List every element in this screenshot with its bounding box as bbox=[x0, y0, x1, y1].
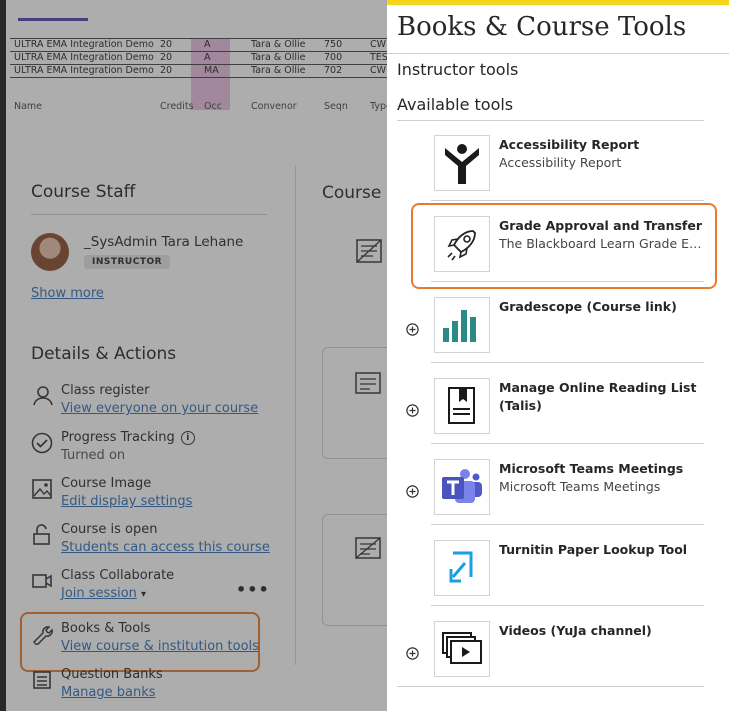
add-circle-icon[interactable] bbox=[406, 323, 419, 336]
tool-reading-list[interactable]: Manage Online Reading List (Talis) bbox=[387, 363, 729, 444]
gradescope-icon bbox=[434, 297, 490, 353]
tool-name: Accessibility Report bbox=[499, 137, 640, 152]
tool-description: Microsoft Teams Meetings bbox=[499, 479, 661, 494]
panel-accent-bar bbox=[387, 0, 729, 5]
callout-highlight bbox=[411, 203, 717, 289]
tool-gradescope[interactable]: Gradescope (Course link) bbox=[387, 282, 729, 363]
reading-list-icon bbox=[434, 378, 490, 434]
modal-overlay[interactable] bbox=[0, 0, 387, 711]
divider bbox=[397, 686, 704, 687]
tool-turnitin[interactable]: Turnitin Paper Lookup Tool bbox=[387, 525, 729, 606]
add-circle-icon[interactable] bbox=[406, 404, 419, 417]
video-icon bbox=[434, 621, 490, 677]
tool-name: Microsoft Teams Meetings bbox=[499, 461, 684, 476]
tool-description: Accessibility Report bbox=[499, 155, 622, 170]
tool-accessibility-report[interactable]: Accessibility Report Accessibility Repor… bbox=[387, 120, 729, 201]
add-circle-icon[interactable] bbox=[406, 647, 419, 660]
turnitin-icon bbox=[434, 540, 490, 596]
tool-yuja-videos[interactable]: Videos (YuJa channel) bbox=[387, 606, 729, 687]
tool-name: Manage Online Reading List (Talis) bbox=[499, 380, 697, 413]
tool-name: Videos (YuJa channel) bbox=[499, 623, 652, 638]
divider bbox=[387, 53, 729, 54]
course-page: ULTRA EMA Integration Demo 20 A Tara & O… bbox=[0, 0, 387, 711]
tool-name: Turnitin Paper Lookup Tool bbox=[499, 542, 688, 557]
tool-name: Gradescope (Course link) bbox=[499, 299, 677, 314]
instructor-tools-heading: Instructor tools bbox=[397, 60, 519, 79]
panel-title: Books & Course Tools bbox=[397, 12, 687, 42]
available-tools-heading: Available tools bbox=[397, 95, 514, 114]
tool-teams-meetings[interactable]: Microsoft Teams Meetings Microsoft Teams… bbox=[387, 444, 729, 525]
accessibility-icon bbox=[434, 135, 490, 191]
add-circle-icon[interactable] bbox=[406, 485, 419, 498]
teams-icon bbox=[434, 459, 490, 515]
books-tools-panel: Books & Course Tools Instructor tools Av… bbox=[387, 0, 729, 711]
